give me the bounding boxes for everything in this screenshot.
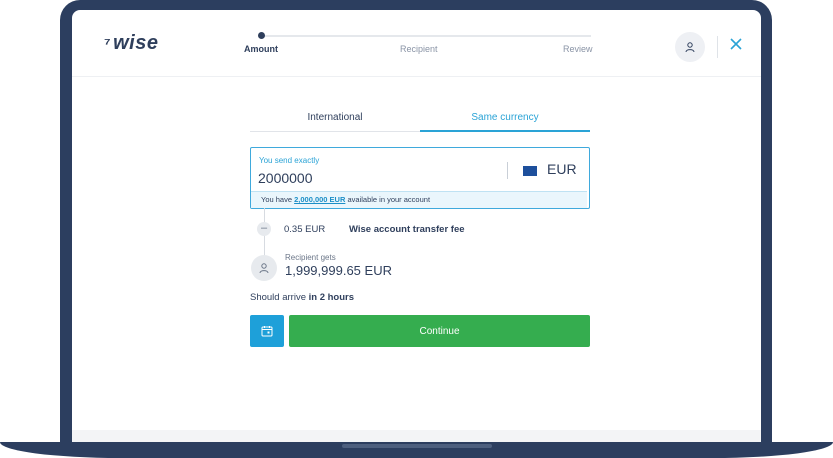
send-label: You send exactly [259,156,320,165]
wise-flag-icon: ⁷ [104,36,112,53]
minus-icon: – [257,222,271,236]
wise-logo[interactable]: ⁷ wise [104,32,158,55]
send-amount-input[interactable] [258,168,488,188]
arrival-prefix: Should arrive [250,292,309,303]
fee-label: Wise account transfer fee [349,224,465,235]
recipient-person-icon [251,255,277,281]
schedule-button[interactable] [250,315,284,347]
currency-selector[interactable]: EUR [547,161,577,177]
logo-text: wise [113,32,159,54]
top-header: ⁷ wise Amount Recipient Review [72,10,761,77]
laptop-notch [342,444,492,448]
tab-same-currency[interactable]: Same currency [420,110,590,132]
available-balance-note: You have 2,000,000 EUR available in your… [251,191,587,208]
app-screen: ⁷ wise Amount Recipient Review Internatio… [72,10,761,442]
calendar-icon [261,326,273,337]
step-recipient: Recipient [400,44,438,54]
header-divider [717,36,718,58]
recipient-gets-label: Recipient gets [285,253,336,262]
continue-button[interactable]: Continue [289,315,590,347]
available-amount-link[interactable]: 2,000,000 EUR [294,195,345,204]
fee-amount: 0.35 EUR [284,224,326,235]
arrival-estimate: Should arrive in 2 hours [250,292,354,303]
step-review: Review [563,44,593,54]
currency-divider [507,162,508,179]
footer-strip [72,430,761,442]
available-suffix: available in your account [345,195,431,204]
send-amount-box: You send exactly EUR You have 2,000,000 … [250,147,590,209]
stepper-track [261,35,591,37]
arrival-time: in 2 hours [308,292,355,303]
transfer-type-tabs: International Same currency [250,110,590,132]
step-amount: Amount [244,44,278,54]
eu-flag-icon [523,166,537,176]
profile-button[interactable] [675,32,705,62]
available-prefix: You have [261,195,295,204]
person-icon [685,42,695,53]
tab-international[interactable]: International [250,110,420,132]
recipient-gets-amount: 1,999,999.65 EUR [285,263,392,278]
close-button[interactable] [726,34,746,54]
close-icon [730,38,742,50]
stepper-current-dot [258,32,265,39]
